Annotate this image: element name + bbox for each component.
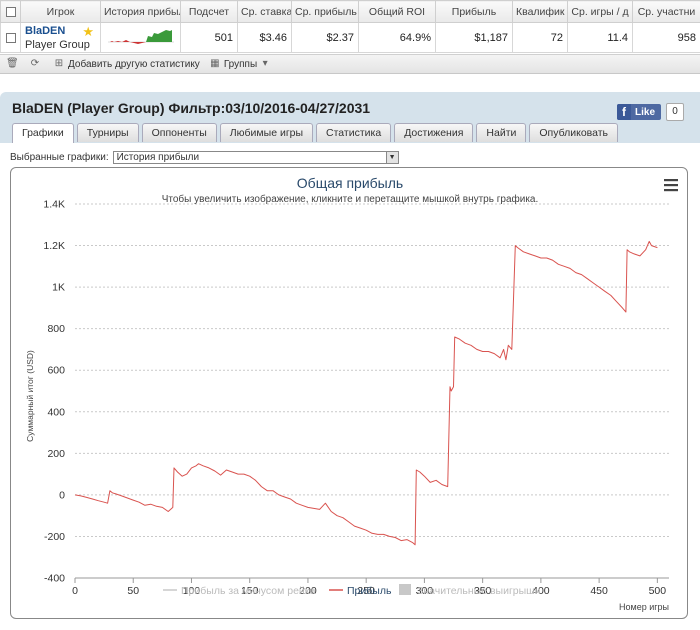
y-tick-label: -200 xyxy=(44,531,65,543)
x-tick-label: 0 xyxy=(72,585,78,597)
total-roi-cell: 64.9% xyxy=(358,22,436,53)
chart-select[interactable]: История прибыли ▼ xyxy=(112,151,399,164)
chart-series xyxy=(74,240,658,546)
table-row: BlaDEN Player Group ★ 501 $3.46 $2.37 64… xyxy=(0,22,700,53)
avg-profit-cell: $2.37 xyxy=(291,22,359,53)
y-tick-label: 1K xyxy=(52,282,65,294)
panel-title: BlaDEN (Player Group) Фильтр:03/10/2016-… xyxy=(12,100,371,116)
refresh-icon: ⟳ xyxy=(30,58,40,69)
y-axis: -400 -200 0 200 400 600 800 1K 1.2K 1.4K xyxy=(43,199,65,585)
groups-icon: ▦ xyxy=(210,58,220,69)
legend-item-big-wins[interactable]: Значительные выигрыши xyxy=(399,584,541,597)
tab-content: Выбранные графики: История прибыли ▼ -40… xyxy=(0,143,700,630)
chart-select-value: История прибыли xyxy=(116,152,200,163)
chart-grid xyxy=(75,203,669,579)
y-tick-label: 400 xyxy=(47,406,65,418)
col-header-avg-games[interactable]: Ср. игры / д xyxy=(567,0,633,23)
tab-favorite-games[interactable]: Любимые игры xyxy=(219,123,314,142)
facebook-icon: f xyxy=(617,104,631,120)
row-checkbox[interactable] xyxy=(0,22,21,53)
legend-swatch xyxy=(399,584,411,595)
add-stats-icon: ⊞ xyxy=(54,58,64,69)
delete-button[interactable]: 🗑 xyxy=(6,59,20,69)
player-group-label: Player Group xyxy=(25,38,90,51)
count-cell: 501 xyxy=(180,22,238,53)
star-badge-icon: ★ xyxy=(82,24,94,39)
legend-label: Прибыль xyxy=(347,585,392,597)
tab-find[interactable]: Найти xyxy=(476,123,527,142)
add-stats-button[interactable]: ⊞ Добавить другую статистику xyxy=(54,59,200,70)
y-tick-label: 600 xyxy=(47,365,65,377)
col-header-avg-stake[interactable]: Ср. ставка xyxy=(237,0,292,23)
x-tick-label: 50 xyxy=(127,585,139,597)
col-header-total-roi[interactable]: Общий ROI xyxy=(358,0,436,23)
chevron-down-icon: ▾ xyxy=(262,58,268,69)
checkbox-icon xyxy=(5,6,16,17)
avg-stake-cell: $3.46 xyxy=(237,22,292,53)
refresh-button[interactable]: ⟳ xyxy=(30,59,44,69)
x-axis-label: Номер игры xyxy=(619,602,669,612)
y-tick-label: 1.4K xyxy=(43,199,65,211)
groups-label: Группы xyxy=(223,58,258,70)
y-tick-label: 0 xyxy=(59,489,65,501)
facebook-like-label: Like xyxy=(635,106,656,118)
avg-entrants-cell: 958 xyxy=(632,22,700,53)
add-stats-label: Добавить другую статистику xyxy=(68,58,200,70)
col-header-avg-entrants[interactable]: Ср. участни xyxy=(632,0,700,23)
tab-statistics[interactable]: Статистика xyxy=(316,123,392,142)
chart-selector-row: Выбранные графики: История прибыли ▼ xyxy=(10,151,399,164)
chart-subtitle: Чтобы увеличить изображение, кликните и … xyxy=(162,193,539,205)
y-tick-label: 1.2K xyxy=(43,240,65,252)
col-header-player[interactable]: Игрок xyxy=(20,0,101,23)
chevron-down-icon: ▼ xyxy=(385,152,398,163)
col-header-avg-profit[interactable]: Ср. прибыль xyxy=(291,0,359,23)
chart-menu-button[interactable] xyxy=(659,176,681,194)
profit-cell: $1,187 xyxy=(435,22,513,53)
col-header-profit[interactable]: Прибыль xyxy=(435,0,513,23)
stats-table-area: Игрок История прибыл Подсчет Ср. ставка … xyxy=(0,0,700,75)
chart-selector-label: Выбранные графики: xyxy=(10,152,109,163)
col-header-qualified[interactable]: Квалифик xyxy=(512,0,568,23)
table-header-row: Игрок История прибыл Подсчет Ср. ставка … xyxy=(0,0,700,23)
legend-label: Прибыль за минусом рейка xyxy=(181,585,316,597)
select-all-checkbox[interactable] xyxy=(0,0,21,23)
series-line-profit xyxy=(74,240,658,546)
col-header-profit-history[interactable]: История прибыл xyxy=(100,0,181,23)
player-panel: BlaDEN (Player Group) Фильтр:03/10/2016-… xyxy=(0,92,700,630)
chart-legend: Прибыль за минусом рейка Прибыль Значитель… xyxy=(163,584,541,597)
profit-sparkline xyxy=(107,29,174,44)
tab-achievements[interactable]: Достижения xyxy=(394,123,474,142)
avg-games-cell: 11.4 xyxy=(567,22,633,53)
y-axis-label: Суммарный итог (USD) xyxy=(25,350,35,442)
qualified-cell: 72 xyxy=(512,22,568,53)
facebook-like-button[interactable]: f Like xyxy=(617,104,661,120)
legend-item-profit-minus-rake[interactable]: Прибыль за минусом рейка xyxy=(163,585,316,597)
legend-label: Значительные выигрыши xyxy=(417,585,541,597)
tab-opponents[interactable]: Оппоненты xyxy=(141,123,217,142)
tab-tournaments[interactable]: Турниры xyxy=(76,123,139,142)
x-tick-label: 500 xyxy=(649,585,667,597)
groups-dropdown[interactable]: ▦ Группы ▾ xyxy=(210,59,274,70)
player-cell: BlaDEN Player Group ★ xyxy=(20,22,101,53)
trash-icon: 🗑 xyxy=(6,58,19,69)
profit-history-cell xyxy=(100,22,181,53)
facebook-like-count: 0 xyxy=(666,103,684,121)
chart-title: Общая прибыль xyxy=(297,175,403,191)
y-tick-label: 800 xyxy=(47,323,65,335)
col-header-count[interactable]: Подсчет xyxy=(180,0,238,23)
legend-item-profit[interactable]: Прибыль xyxy=(329,585,392,597)
tab-charts[interactable]: Графики xyxy=(12,123,74,143)
chart-container[interactable]: -400 -200 0 200 400 600 800 1K 1.2K 1.4K 0 50 100 15… xyxy=(10,167,688,619)
y-tick-label: -400 xyxy=(44,573,65,585)
panel-tabs: Графики Турниры Оппоненты Любимые игры С… xyxy=(12,123,621,143)
checkbox-icon xyxy=(5,32,16,43)
y-tick-label: 200 xyxy=(47,448,65,460)
stats-table: Игрок История прибыл Подсчет Ср. ставка … xyxy=(0,0,700,53)
hamburger-icon xyxy=(664,179,678,192)
tab-publish[interactable]: Опубликовать xyxy=(529,123,619,142)
profit-chart[interactable]: -400-20002004006008001K1.2K1.4K 0 50 100 15… xyxy=(11,168,688,619)
x-tick-label: 450 xyxy=(590,585,608,597)
table-toolbar: 🗑 ⟳ ⊞ Добавить другую статистику ▦ Групп… xyxy=(0,54,700,74)
